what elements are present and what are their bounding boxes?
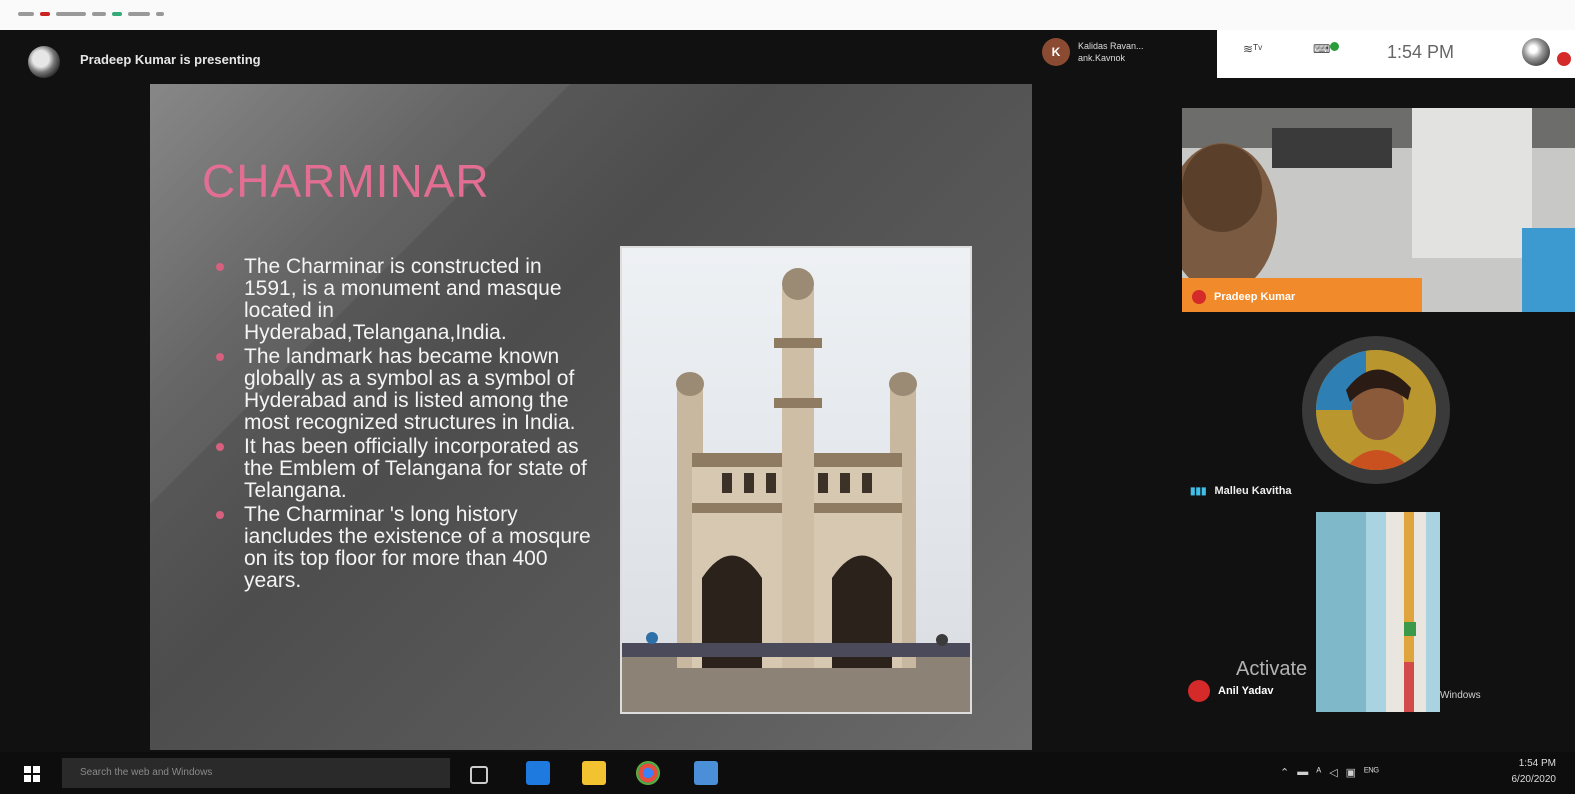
notification-icon[interactable]: ⌨	[1313, 42, 1340, 56]
participant-name: Pradeep Kumar	[1214, 291, 1296, 303]
participant-tile-camera[interactable]: Pradeep Kumar	[1182, 108, 1575, 312]
slide-title: CHARMINAR	[202, 155, 490, 207]
participant-name: Malleu Kavitha	[1214, 485, 1292, 497]
volume-icon[interactable]: ◁	[1329, 766, 1337, 779]
speaking-icon: ▮▮▮	[1190, 485, 1207, 497]
avatar	[1316, 350, 1436, 470]
taskbar-search-input[interactable]: Search the web and Windows	[62, 758, 450, 788]
record-indicator-icon	[1557, 52, 1571, 66]
account-chip[interactable]: K Kalidas Ravan... ank.Kavnok	[1042, 38, 1144, 66]
profile-disc-icon[interactable]	[1522, 38, 1550, 66]
account-avatar: K	[1042, 38, 1070, 66]
monitor-icon[interactable]: ▣	[1346, 766, 1356, 779]
windows-start-icon[interactable]	[24, 766, 40, 782]
participant-avatar-tile[interactable]	[1302, 336, 1450, 484]
meeting-window: Pradeep Kumar is presenting K Kalidas Ra…	[0, 30, 1575, 752]
store-app-icon[interactable]	[694, 761, 718, 785]
windows-taskbar: Search the web and Windows ⌃ ▬ ᴬ ◁ ▣ ᴱᴺᴳ…	[0, 752, 1575, 794]
battery-icon: ▬	[1297, 766, 1309, 778]
slide-bullet: It has been officially incorporated as t…	[212, 436, 597, 502]
activate-watermark: Activate	[1236, 658, 1308, 680]
task-view-icon[interactable]	[470, 766, 488, 784]
participant-label: Pradeep Kumar	[1192, 290, 1295, 304]
browser-top-strip	[0, 0, 1575, 30]
slide-bullet: The Charminar 's long history iancludes …	[212, 504, 597, 592]
presenting-banner: Pradeep Kumar is presenting	[80, 52, 261, 67]
slide-bullet: The landmark has became known globally a…	[212, 346, 597, 434]
clock-date: 6/20/2020	[1511, 774, 1557, 785]
signal-icon: ≋ᵀᵛ	[1243, 42, 1263, 56]
keyboard-icon[interactable]: ᴱᴺᴳ	[1364, 766, 1379, 779]
app-logo-icon	[28, 46, 60, 78]
account-subtitle: ank.Kavnok	[1078, 53, 1126, 63]
clock-time: 1:54 PM	[1518, 758, 1556, 769]
mic-off-icon	[1188, 680, 1210, 702]
status-time: 1:54 PM	[1387, 42, 1455, 62]
activate-watermark-sub: Windows	[1440, 690, 1481, 701]
status-area: ≋ᵀᵛ ⌨ 1:54 PM	[1217, 30, 1575, 78]
charminar-photo	[620, 246, 972, 714]
slide-bullet: The Charminar is constructed in 1591, is…	[212, 256, 597, 344]
presentation-slide: CHARMINAR The Charminar is constructed i…	[150, 84, 1032, 750]
system-tray: ⌃ ▬ ᴬ ◁ ▣ ᴱᴺᴳ	[1280, 766, 1379, 779]
network-icon[interactable]: ᴬ	[1316, 766, 1321, 779]
participant-name: Anil Yadav	[1218, 685, 1274, 697]
chrome-icon[interactable]	[636, 761, 660, 785]
slide-bullets: The Charminar is constructed in 1591, is…	[212, 256, 597, 594]
chevron-up-icon[interactable]: ⌃	[1280, 766, 1289, 779]
toolbar-icons	[18, 12, 164, 16]
edge-browser-icon[interactable]	[526, 761, 550, 785]
account-name: Kalidas Ravan...	[1078, 41, 1144, 51]
participant-label: ▮▮▮ Malleu Kavitha	[1190, 485, 1292, 497]
taskbar-clock[interactable]: 1:54 PM 6/20/2020	[1496, 756, 1557, 788]
file-explorer-icon[interactable]	[582, 761, 606, 785]
mic-off-icon	[1192, 290, 1206, 304]
participant-tile-camera[interactable]	[1316, 512, 1440, 712]
participant-label: Anil Yadav	[1188, 680, 1273, 702]
